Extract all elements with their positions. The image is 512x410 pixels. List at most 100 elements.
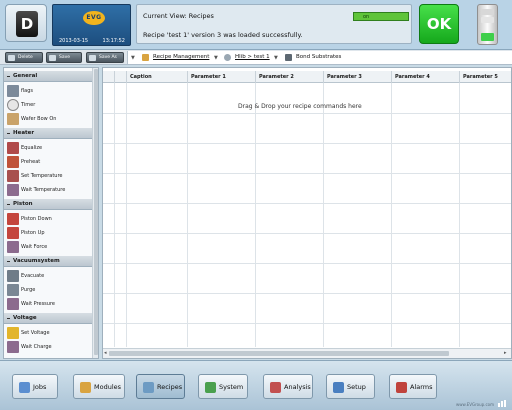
- wait-temperature-icon: [7, 184, 19, 196]
- sidebar-scrollbar[interactable]: [92, 68, 98, 358]
- drop-hint: Drag & Drop your recipe commands here: [238, 103, 362, 110]
- recipe-icon: [224, 54, 231, 61]
- command-set-voltage[interactable]: Set Voltage: [4, 326, 94, 340]
- bond-substrates-icon: [285, 54, 292, 61]
- toolbar: Delete Save Save As ▼ Recipe Management …: [0, 50, 512, 65]
- category-heater[interactable]: Heater: [4, 128, 94, 139]
- breadcrumb-recipe-management[interactable]: Recipe Management: [153, 54, 209, 60]
- status-indicator-label: on: [363, 14, 370, 20]
- command-preheat[interactable]: Preheat: [4, 155, 94, 169]
- recipe-steps-table[interactable]: Caption Parameter 1 Parameter 2 Paramete…: [102, 67, 512, 359]
- alarms-icon: [396, 382, 407, 393]
- command-label: Set Voltage: [21, 330, 50, 336]
- set-temperature-icon: [7, 170, 19, 182]
- command-piston-down[interactable]: Piston Down: [4, 212, 94, 226]
- command-timer[interactable]: Timer: [4, 98, 94, 112]
- evg-logo-icon: EVG: [83, 11, 105, 25]
- recipes-icon: [143, 382, 154, 393]
- save-as-icon: [89, 55, 96, 61]
- purge-icon: [7, 284, 19, 296]
- nav-setup-label: Setup: [347, 383, 366, 391]
- table-horizontal-scrollbar[interactable]: ◂ ▸: [103, 348, 511, 358]
- table-scrollbar-thumb[interactable]: [109, 351, 449, 356]
- setup-icon: [333, 382, 344, 393]
- status-message: Recipe 'test 1' version 3 was loaded suc…: [143, 31, 303, 39]
- category-voltage[interactable]: Voltage: [4, 313, 94, 324]
- breadcrumb-separator-icon[interactable]: ▼: [274, 55, 278, 61]
- user-initial[interactable]: D: [16, 11, 38, 37]
- nav-analysis[interactable]: Analysis: [263, 374, 313, 399]
- nav-recipes[interactable]: Recipes: [136, 374, 185, 399]
- delete-icon: [8, 55, 15, 61]
- command-flags[interactable]: flags: [4, 84, 94, 98]
- evacuate-icon: [7, 270, 19, 282]
- column-header-parameter-5[interactable]: Parameter 5: [460, 71, 511, 83]
- bottom-navigation: Jobs Modules Recipes System Analysis Set…: [0, 360, 512, 410]
- column-header-parameter-1[interactable]: Parameter 1: [188, 71, 256, 83]
- column-header-parameter-3[interactable]: Parameter 3: [324, 71, 392, 83]
- header-time: 13:17:52: [102, 38, 125, 44]
- user-panel[interactable]: D: [5, 4, 47, 42]
- command-wait-force[interactable]: Wait Force: [4, 240, 94, 254]
- logo-text: EVG: [86, 14, 102, 21]
- column-header-parameter-4[interactable]: Parameter 4: [392, 71, 460, 83]
- command-wait-charge[interactable]: Wait Charge: [4, 340, 94, 354]
- breadcrumb: ▼ Recipe Management ▼ Hlib > test 1 ▼ Bo…: [127, 51, 512, 64]
- command-label: Wafer Bow On: [21, 116, 57, 122]
- piston-down-icon: [7, 213, 19, 225]
- command-wafer-bow-on[interactable]: Wafer Bow On: [4, 112, 94, 126]
- breadcrumb-bond-substrates[interactable]: Bond Substrates: [296, 54, 341, 60]
- nav-recipes-label: Recipes: [157, 383, 183, 391]
- breadcrumb-separator-icon[interactable]: ▼: [214, 55, 218, 61]
- sidebar-scrollbar-thumb[interactable]: [94, 69, 98, 355]
- command-piston-up[interactable]: Piston Up: [4, 226, 94, 240]
- header: D EVG 2013-03-15 13:17:52 Current View: …: [0, 0, 512, 50]
- nav-modules-label: Modules: [94, 383, 122, 391]
- evg-footer-icon: [498, 400, 508, 407]
- command-wait-pressure[interactable]: Wait Pressure: [4, 297, 94, 311]
- scroll-right-icon[interactable]: ▸: [504, 351, 509, 356]
- command-set-temperature[interactable]: Set Temperature: [4, 169, 94, 183]
- command-equalize[interactable]: Equalize: [4, 141, 94, 155]
- command-label: Purge: [21, 287, 36, 293]
- category-vacuumsystem[interactable]: Vacuumsystem: [4, 256, 94, 267]
- evg-logo-panel: EVG 2013-03-15 13:17:52: [52, 4, 131, 46]
- nav-jobs[interactable]: Jobs: [12, 374, 58, 399]
- command-label: Evacuate: [21, 273, 45, 279]
- save-as-button[interactable]: Save As: [86, 52, 124, 63]
- breadcrumb-dropdown-icon[interactable]: ▼: [131, 55, 135, 61]
- nav-setup[interactable]: Setup: [326, 374, 375, 399]
- breadcrumb-recipe[interactable]: Hlib > test 1: [235, 54, 270, 60]
- nav-modules[interactable]: Modules: [73, 374, 125, 399]
- nav-system[interactable]: System: [198, 374, 248, 399]
- command-label: Wait Charge: [21, 344, 52, 350]
- nav-system-label: System: [219, 383, 244, 391]
- command-palette: General flags Timer Wafer Bow On Heater …: [3, 67, 99, 359]
- ok-button[interactable]: OK: [419, 4, 459, 44]
- analysis-icon: [270, 382, 281, 393]
- save-button-label: Save: [59, 55, 71, 60]
- column-header-caption[interactable]: Caption: [127, 71, 188, 83]
- nav-alarms[interactable]: Alarms: [389, 374, 437, 399]
- command-purge[interactable]: Purge: [4, 283, 94, 297]
- column-header-parameter-2[interactable]: Parameter 2: [256, 71, 324, 83]
- delete-button[interactable]: Delete: [5, 52, 43, 63]
- command-label: Piston Down: [21, 216, 52, 222]
- wafer-bow-icon: [7, 113, 19, 125]
- category-general[interactable]: General: [4, 71, 94, 82]
- command-label: Equalize: [21, 145, 43, 151]
- category-piston[interactable]: Piston: [4, 199, 94, 210]
- save-button[interactable]: Save: [46, 52, 82, 63]
- table-grid[interactable]: Drag & Drop your recipe commands here: [103, 83, 511, 347]
- system-icon: [205, 382, 216, 393]
- command-wait-temperature[interactable]: Wait Temperature: [4, 183, 94, 197]
- wait-force-icon: [7, 241, 19, 253]
- modules-icon: [80, 382, 91, 393]
- delete-button-label: Delete: [18, 55, 33, 60]
- nav-analysis-label: Analysis: [284, 383, 311, 391]
- nav-alarms-label: Alarms: [410, 383, 433, 391]
- column-header-index: [115, 71, 127, 83]
- command-label: Wait Temperature: [21, 187, 66, 193]
- command-evacuate[interactable]: Evacuate: [4, 269, 94, 283]
- recipe-management-icon: [142, 54, 149, 61]
